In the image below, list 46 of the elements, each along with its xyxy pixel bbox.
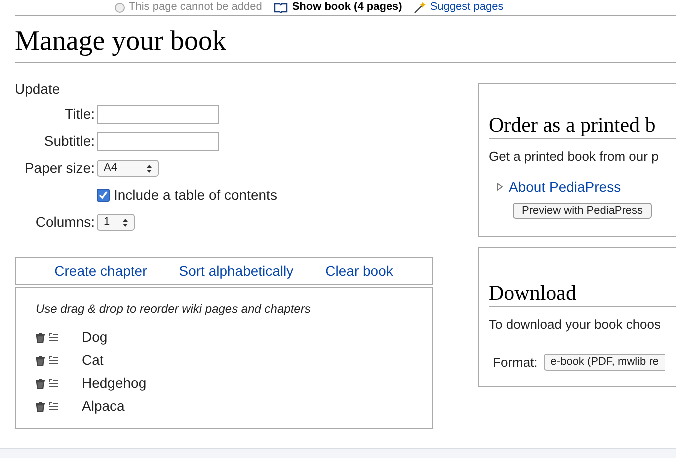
suggest-pages-link[interactable]: Suggest pages bbox=[430, 0, 504, 16]
list-icon[interactable] bbox=[49, 333, 58, 342]
action-link[interactable]: Create chapter bbox=[54, 260, 148, 282]
about-pediapress-link[interactable]: About PediaPress bbox=[509, 176, 622, 198]
subtitle-label: Subtitle: bbox=[43, 132, 95, 151]
page-title: Alpaca bbox=[82, 397, 125, 416]
columns-label: Columns: bbox=[34, 213, 95, 232]
trash-icon[interactable] bbox=[36, 332, 45, 342]
expand-triangle-icon bbox=[497, 183, 503, 191]
page-title: Cat bbox=[82, 351, 104, 370]
paper-size-label: Paper size: bbox=[24, 159, 95, 178]
action-link[interactable]: Sort alphabetically bbox=[179, 260, 294, 282]
list-icon[interactable] bbox=[49, 356, 58, 365]
wand-icon bbox=[414, 2, 426, 14]
title-field[interactable] bbox=[97, 105, 219, 124]
update-label: Update bbox=[15, 80, 62, 99]
checkmark-icon bbox=[99, 191, 108, 200]
format-select[interactable]: e-book (PDF, mwlib re bbox=[544, 354, 665, 371]
show-book-link[interactable]: Show book (4 pages) bbox=[292, 0, 402, 16]
radio-icon bbox=[115, 2, 125, 12]
drag-hint: Use drag & drop to reorder wiki pages and chapters bbox=[36, 301, 312, 318]
trash-icon[interactable] bbox=[36, 356, 45, 366]
download-heading: Download bbox=[489, 280, 676, 307]
page-heading: Manage your book bbox=[15, 24, 676, 63]
action-link[interactable]: Clear book bbox=[326, 260, 394, 282]
stepper-arrows-icon bbox=[123, 218, 128, 226]
page-title: Dog bbox=[82, 328, 108, 347]
download-text: To download your book choos bbox=[489, 316, 662, 334]
page-title: Hedgehog bbox=[82, 374, 147, 393]
columns-select[interactable]: 1 bbox=[97, 214, 135, 231]
order-text: Get a printed book from our p bbox=[489, 148, 660, 166]
trash-icon[interactable] bbox=[36, 402, 45, 412]
trash-icon[interactable] bbox=[36, 378, 45, 388]
paper-size-select[interactable]: A4 bbox=[97, 160, 159, 177]
list-icon[interactable] bbox=[49, 379, 58, 388]
preview-button[interactable]: Preview with PediaPress bbox=[513, 202, 652, 218]
format-label: Format: bbox=[493, 354, 538, 372]
add-status-text: This page cannot be added bbox=[129, 0, 262, 16]
subtitle-field[interactable] bbox=[97, 132, 219, 151]
list-icon[interactable] bbox=[49, 402, 58, 411]
order-heading: Order as a printed b bbox=[489, 112, 676, 139]
toc-checkbox[interactable] bbox=[97, 189, 110, 202]
toc-label: Include a table of contents bbox=[114, 186, 278, 205]
stepper-arrows-icon bbox=[147, 164, 152, 172]
title-label: Title: bbox=[64, 105, 95, 124]
book-icon bbox=[274, 2, 288, 12]
